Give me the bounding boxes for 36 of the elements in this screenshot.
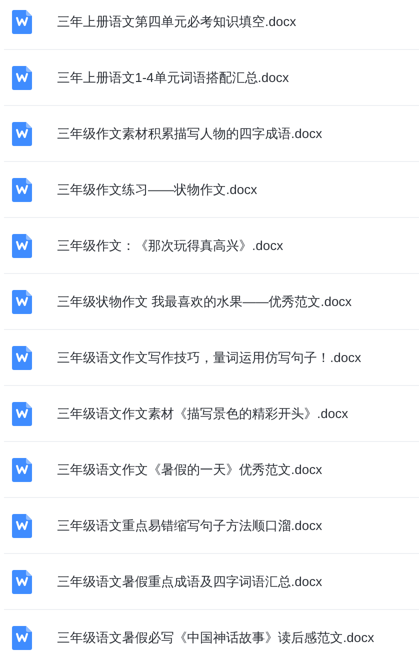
file-name: 三年级语文暑假必写《中国神话故事》读后感范文.docx: [57, 628, 374, 647]
document-icon: [12, 66, 32, 90]
file-row[interactable]: 三年级语文作文素材《描写景色的精彩开头》.docx: [4, 386, 419, 442]
file-name: 三年级语文暑假重点成语及四字词语汇总.docx: [57, 572, 322, 591]
file-row[interactable]: 三年级语文暑假重点成语及四字词语汇总.docx: [4, 554, 419, 610]
file-name: 三年级语文作文《暑假的一天》优秀范文.docx: [57, 460, 322, 479]
document-icon: [12, 234, 32, 258]
file-name: 三年级作文练习——状物作文.docx: [57, 180, 258, 199]
file-name: 三年上册语文第四单元必考知识填空.docx: [57, 12, 296, 31]
document-icon: [12, 346, 32, 370]
file-name: 三年级语文作文素材《描写景色的精彩开头》.docx: [57, 404, 348, 423]
document-icon: [12, 514, 32, 538]
file-row[interactable]: 三年上册语文第四单元必考知识填空.docx: [4, 0, 419, 50]
document-icon: [12, 458, 32, 482]
file-row[interactable]: 三年级语文作文写作技巧，量词运用仿写句子！.docx: [4, 330, 419, 386]
file-row[interactable]: 三年级作文：《那次玩得真高兴》.docx: [4, 218, 419, 274]
file-name: 三年级状物作文 我最喜欢的水果——优秀范文.docx: [57, 292, 352, 311]
document-icon: [12, 178, 32, 202]
document-icon: [12, 290, 32, 314]
file-row[interactable]: 三年级作文练习——状物作文.docx: [4, 162, 419, 218]
file-row[interactable]: 三年上册语文1-4单元词语搭配汇总.docx: [4, 50, 419, 106]
document-icon: [12, 122, 32, 146]
file-name: 三年级语文重点易错缩写句子方法顺口溜.docx: [57, 516, 322, 535]
file-row[interactable]: 三年级语文作文《暑假的一天》优秀范文.docx: [4, 442, 419, 498]
file-name: 三年级作文：《那次玩得真高兴》.docx: [57, 236, 284, 255]
file-name: 三年级语文作文写作技巧，量词运用仿写句子！.docx: [57, 348, 362, 367]
file-row[interactable]: 三年级作文素材积累描写人物的四字成语.docx: [4, 106, 419, 162]
file-row[interactable]: 三年级语文暑假必写《中国神话故事》读后感范文.docx: [4, 610, 419, 657]
document-icon: [12, 626, 32, 650]
file-name: 三年级作文素材积累描写人物的四字成语.docx: [57, 124, 322, 143]
document-icon: [12, 402, 32, 426]
document-icon: [12, 570, 32, 594]
file-name: 三年上册语文1-4单元词语搭配汇总.docx: [57, 68, 289, 87]
file-row[interactable]: 三年级语文重点易错缩写句子方法顺口溜.docx: [4, 498, 419, 554]
document-icon: [12, 10, 32, 34]
file-row[interactable]: 三年级状物作文 我最喜欢的水果——优秀范文.docx: [4, 274, 419, 330]
